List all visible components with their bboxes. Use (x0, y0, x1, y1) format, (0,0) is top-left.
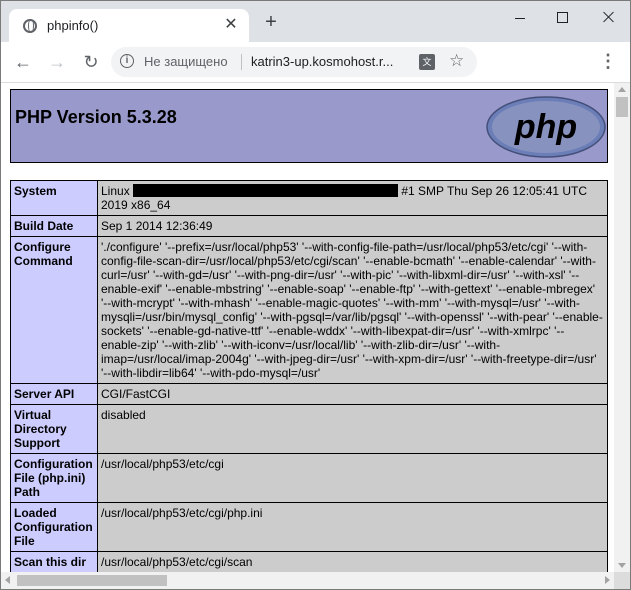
row-key: Build Date (10, 215, 98, 237)
info-table: System Linux #1 SMP Thu Sep 26 12:05:41 … (10, 180, 608, 572)
row-value: disabled (97, 404, 608, 454)
row-key: Configure Command (10, 236, 98, 384)
url-text[interactable]: katrin3-up.kosmohost.r... (251, 54, 393, 69)
security-label[interactable]: Не защищено (144, 54, 228, 69)
menu-icon[interactable]: ⋮ (598, 51, 618, 71)
scroll-left-icon[interactable] (5, 576, 10, 584)
system-prefix: Linux (101, 184, 130, 198)
browser-window: phpinfo() ✕ + ← → ↻ i Не защищено katrin… (0, 0, 631, 590)
row-key: System (10, 180, 98, 216)
close-tab-icon[interactable]: ✕ (221, 15, 241, 35)
redacted-hostname (133, 184, 399, 197)
horizontal-scroll-thumb[interactable] (17, 575, 167, 586)
row-value: Sep 1 2014 12:36:49 (97, 215, 608, 237)
reload-icon[interactable]: ↻ (79, 50, 103, 74)
vertical-scroll-thumb[interactable] (616, 97, 628, 117)
table-row: Build Date Sep 1 2014 12:36:49 (10, 215, 608, 237)
scroll-right-icon[interactable] (605, 576, 610, 584)
php-logo: php (486, 96, 606, 158)
row-key: Configuration File (php.ini) Path (10, 453, 98, 503)
php-logo-text: php (514, 108, 577, 146)
horizontal-scrollbar[interactable] (1, 572, 614, 589)
tab-strip: phpinfo() ✕ + (1, 1, 630, 42)
new-tab-button[interactable]: + (259, 11, 283, 35)
table-row: Configure Command './configure' '--prefi… (10, 236, 608, 384)
translate-icon[interactable]: 文 (419, 54, 435, 70)
table-row: Scan this dir /usr/local/php53/etc/cgi/s… (10, 551, 608, 572)
row-key: Virtual Directory Support (10, 404, 98, 454)
browser-toolbar: ← → ↻ i Не защищено katrin3-up.kosmohost… (1, 42, 630, 83)
table-row: Loaded Configuration File /usr/local/php… (10, 502, 608, 552)
omnibox-separator (241, 54, 242, 70)
row-value: /usr/local/php53/etc/cgi/scan (97, 551, 608, 572)
php-header: PHP Version 5.3.28 php (10, 89, 608, 163)
scroll-down-icon[interactable] (618, 563, 626, 568)
back-icon[interactable]: ← (11, 50, 35, 74)
info-icon[interactable]: i (120, 54, 134, 68)
row-value: './configure' '--prefix=/usr/local/php53… (97, 236, 608, 384)
table-row: Server API CGI/FastCGI (10, 383, 608, 405)
row-value: Linux #1 SMP Thu Sep 26 12:05:41 UTC 201… (97, 180, 608, 216)
row-key: Scan this dir (10, 551, 98, 572)
tab-title: phpinfo() (47, 18, 99, 33)
table-row: Virtual Directory Support disabled (10, 404, 608, 454)
vertical-scrollbar[interactable] (614, 83, 630, 572)
address-bar[interactable]: i Не защищено katrin3-up.kosmohost.r... … (111, 47, 477, 77)
globe-icon (23, 19, 37, 33)
minimize-button[interactable] (508, 7, 534, 29)
forward-icon[interactable]: → (45, 50, 69, 74)
row-value: /usr/local/php53/etc/cgi/php.ini (97, 502, 608, 552)
star-icon[interactable]: ☆ (449, 51, 464, 71)
row-value: CGI/FastCGI (97, 383, 608, 405)
scrollbar-corner (614, 572, 630, 589)
table-row: Configuration File (php.ini) Path /usr/l… (10, 453, 608, 503)
page-viewport: PHP Version 5.3.28 php System Linux #1 S… (1, 83, 614, 572)
tab-phpinfo[interactable]: phpinfo() ✕ (9, 9, 249, 42)
row-value: /usr/local/php53/etc/cgi (97, 453, 608, 503)
row-key: Loaded Configuration File (10, 502, 98, 552)
page-title: PHP Version 5.3.28 (15, 107, 177, 127)
scroll-up-icon[interactable] (618, 87, 626, 92)
table-row: System Linux #1 SMP Thu Sep 26 12:05:41 … (10, 180, 608, 216)
close-window-button[interactable] (596, 7, 622, 29)
row-key: Server API (10, 383, 98, 405)
maximize-button[interactable] (550, 7, 576, 29)
